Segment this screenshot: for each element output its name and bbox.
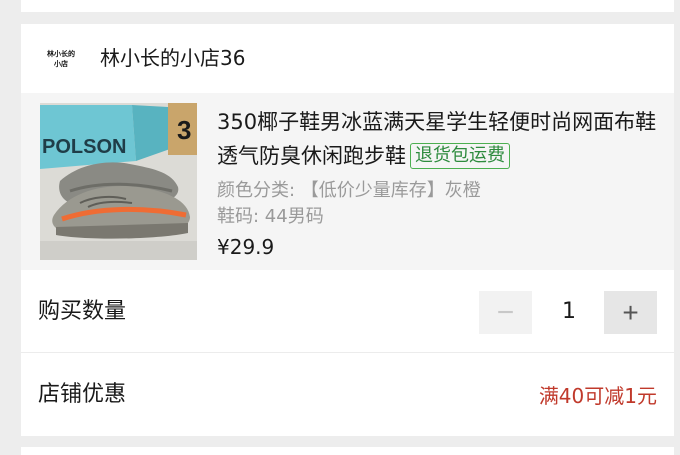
sneaker-photo-icon: POLSON 3 xyxy=(40,103,197,260)
quantity-label: 购买数量 xyxy=(38,299,127,324)
checkout-page: 林小长的 小店 林小长的小店36 POLSON 3 350椰子鞋男冰蓝满天星学生… xyxy=(0,0,680,455)
product-image[interactable]: POLSON 3 xyxy=(40,103,197,260)
product-price: ¥29.9 xyxy=(217,235,275,259)
return-shipping-badge: 退货包运费 xyxy=(410,143,510,169)
product-spec: 颜色分类: 【低价少量库存】灰橙 xyxy=(217,180,481,201)
quantity-value[interactable]: 1 xyxy=(549,297,589,327)
store-logo-line2: 小店 xyxy=(54,60,68,68)
quantity-decrease-button[interactable]: − xyxy=(479,291,532,334)
product-item[interactable]: POLSON 3 350椰子鞋男冰蓝满天星学生轻便时尚网面布鞋透气防臭休闲跑步鞋… xyxy=(21,93,674,270)
store-discount-row[interactable]: 店铺优惠 满40可减1元 xyxy=(21,354,674,436)
store-header[interactable]: 林小长的 小店 林小长的小店36 xyxy=(21,24,674,93)
product-title[interactable]: 350椰子鞋男冰蓝满天星学生轻便时尚网面布鞋透气防臭休闲跑步鞋 退货包运费 xyxy=(217,105,657,173)
order-item-card: 林小长的 小店 林小长的小店36 POLSON 3 350椰子鞋男冰蓝满天星学生… xyxy=(21,24,674,436)
store-discount-value[interactable]: 满40可减1元 xyxy=(539,381,657,411)
box-text: POLSON xyxy=(42,136,126,158)
product-size: 鞋码: 44男码 xyxy=(217,206,324,227)
box-number: 3 xyxy=(177,115,191,145)
store-discount-label: 店铺优惠 xyxy=(38,382,127,407)
quantity-row: 购买数量 − 1 + xyxy=(21,270,674,353)
store-name[interactable]: 林小长的小店36 xyxy=(100,44,245,72)
previous-section xyxy=(21,0,674,12)
store-logo: 林小长的 小店 xyxy=(41,42,81,76)
store-logo-line1: 林小长的 xyxy=(47,50,75,58)
quantity-increase-button[interactable]: + xyxy=(604,291,657,334)
next-section xyxy=(21,447,674,455)
